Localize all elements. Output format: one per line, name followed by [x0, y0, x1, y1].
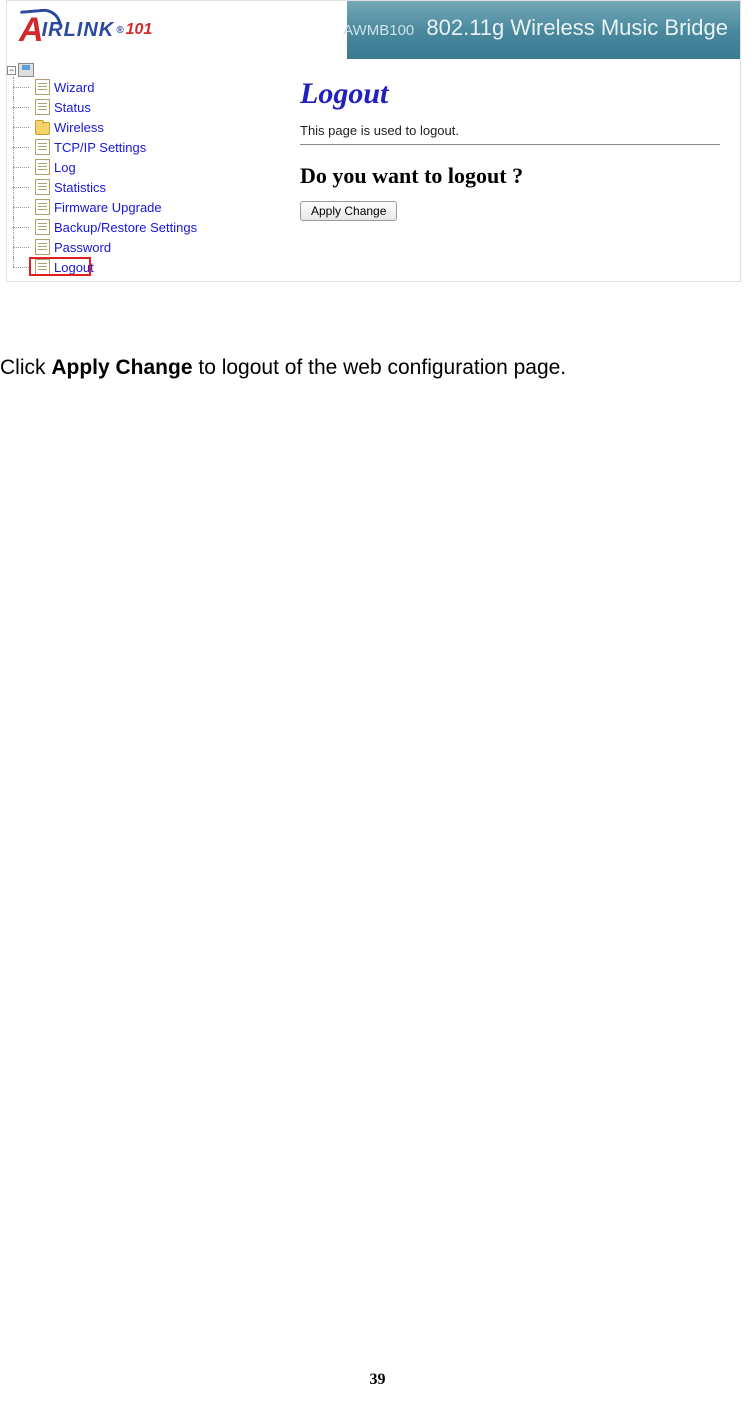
apply-change-button[interactable]: Apply Change	[300, 201, 397, 221]
sidebar-label: Backup/Restore Settings	[54, 220, 197, 235]
sidebar-label: Logout	[54, 260, 94, 275]
logo-letter-a: A	[19, 11, 44, 50]
file-icon	[35, 199, 50, 215]
sidebar-item-password[interactable]: Password	[9, 237, 238, 257]
instruction-strong: Apply Change	[51, 356, 192, 379]
logout-question: Do you want to logout ?	[300, 163, 720, 189]
airlink-logo: A IRLINK ® 101	[19, 11, 152, 50]
header-product-name: 802.11g Wireless Music Bridge	[426, 15, 728, 40]
sidebar-item-statistics[interactable]: Statistics	[9, 177, 238, 197]
sidebar-label: Log	[54, 160, 76, 175]
tree-connector-icon	[9, 117, 35, 137]
instruction-suffix: to logout of the web configuration page.	[193, 356, 567, 379]
file-icon	[35, 159, 50, 175]
tree-connector-icon	[9, 97, 35, 117]
sidebar-item-firmware[interactable]: Firmware Upgrade	[9, 197, 238, 217]
tree-connector-icon	[9, 257, 35, 277]
tree-connector-icon	[9, 77, 35, 97]
router-admin-screenshot: A IRLINK ® 101 AWMB100 802.11g Wireless …	[6, 0, 741, 282]
computer-icon	[18, 63, 34, 77]
sidebar-item-wireless[interactable]: Wireless	[9, 117, 238, 137]
sidebar-item-backup[interactable]: Backup/Restore Settings	[9, 217, 238, 237]
file-icon	[35, 259, 50, 275]
sidebar-item-log[interactable]: Log	[9, 157, 238, 177]
instruction-prefix: Click	[0, 356, 51, 379]
sidebar-label: Wizard	[54, 80, 94, 95]
file-icon	[35, 239, 50, 255]
main-content: Logout This page is used to logout. Do y…	[240, 59, 740, 281]
sidebar-label: Status	[54, 100, 91, 115]
logo-model-suffix: 101	[126, 21, 153, 39]
logo-registered-icon: ®	[116, 25, 123, 36]
folder-icon	[35, 122, 50, 135]
page-title: Logout	[300, 77, 720, 111]
file-icon	[35, 179, 50, 195]
header-model-number: AWMB100	[343, 22, 414, 39]
file-icon	[35, 99, 50, 115]
tree-root[interactable]: −	[7, 63, 238, 77]
tree-connector-icon	[9, 217, 35, 237]
header-product-title: AWMB100 802.11g Wireless Music Bridge	[343, 15, 728, 41]
logo-container: A IRLINK ® 101	[7, 1, 347, 59]
sidebar-label: Firmware Upgrade	[54, 200, 162, 215]
sidebar-label: Wireless	[54, 120, 104, 135]
sidebar-label: TCP/IP Settings	[54, 140, 146, 155]
sidebar-label: Statistics	[54, 180, 106, 195]
tree-connector-icon	[9, 157, 35, 177]
navigation-tree: − Wizard Status Wireless TCP/I	[7, 59, 240, 281]
sidebar-item-tcpip[interactable]: TCP/IP Settings	[9, 137, 238, 157]
sidebar-item-logout[interactable]: Logout	[9, 257, 238, 277]
file-icon	[35, 219, 50, 235]
page-description: This page is used to logout.	[300, 123, 720, 145]
tree-connector-icon	[9, 237, 35, 257]
file-icon	[35, 139, 50, 155]
logo-swoosh-icon	[20, 7, 61, 28]
sidebar-item-wizard[interactable]: Wizard	[9, 77, 238, 97]
instruction-text: Click Apply Change to logout of the web …	[0, 356, 566, 380]
header-bar: A IRLINK ® 101 AWMB100 802.11g Wireless …	[7, 1, 740, 59]
tree-connector-icon	[9, 137, 35, 157]
file-icon	[35, 79, 50, 95]
collapse-icon[interactable]: −	[7, 66, 16, 75]
sidebar-label: Password	[54, 240, 111, 255]
tree-connector-icon	[9, 177, 35, 197]
sidebar-item-status[interactable]: Status	[9, 97, 238, 117]
tree-connector-icon	[9, 197, 35, 217]
page-number: 39	[370, 1371, 386, 1389]
